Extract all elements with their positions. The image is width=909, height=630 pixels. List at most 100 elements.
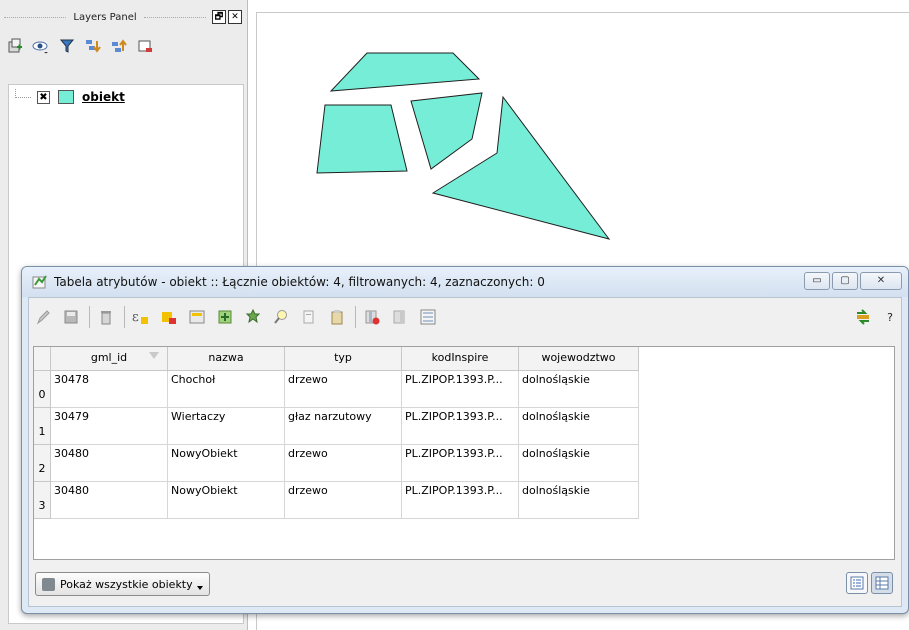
- grid-body: 0 30478 Chochoł drzewo PL.ZIPOP.1393.P..…: [34, 371, 894, 519]
- attribute-table-titlebar[interactable]: Tabela atrybutów - obiekt :: Łącznie obi…: [22, 267, 908, 297]
- column-header-typ[interactable]: typ: [285, 347, 402, 371]
- column-header-wojewodztwo[interactable]: wojewodztwo: [519, 347, 639, 371]
- table-view-button[interactable]: [871, 572, 893, 594]
- table-cell[interactable]: PL.ZIPOP.1393.P...: [402, 482, 519, 519]
- field-calculator-icon[interactable]: [418, 307, 438, 327]
- close-window-button[interactable]: ✕: [860, 272, 902, 290]
- column-header-label: nazwa: [208, 351, 244, 364]
- maximize-button[interactable]: ▢: [832, 272, 858, 290]
- table-cell[interactable]: drzewo: [285, 371, 402, 408]
- table-cell[interactable]: NowyObiekt: [168, 445, 285, 482]
- collapse-all-icon[interactable]: [110, 38, 127, 55]
- show-all-features-label: Pokaż wszystkie obiekty: [60, 577, 193, 591]
- table-cell[interactable]: dolnośląskie: [519, 482, 639, 519]
- layers-panel-title: Layers Panel: [73, 11, 137, 23]
- attribute-table-window: Tabela atrybutów - obiekt :: Łącznie obi…: [21, 266, 909, 614]
- zoom-to-selected-icon[interactable]: [271, 307, 291, 327]
- table-cell[interactable]: Wiertaczy: [168, 408, 285, 445]
- table-cell[interactable]: 30479: [51, 408, 168, 445]
- pan-to-selected-icon[interactable]: [243, 307, 263, 327]
- show-all-features-button[interactable]: Pokaż wszystkie obiekty: [35, 572, 210, 596]
- qgis-window: Layers Panel 🗗 ✕ ✖ obiekt Tabela atrybut…: [0, 0, 909, 630]
- column-header-nazwa[interactable]: nazwa: [168, 347, 285, 371]
- title-grip-right: [143, 16, 206, 18]
- column-header-label: typ: [334, 351, 352, 364]
- delete-icon[interactable]: [96, 307, 116, 327]
- layer-name[interactable]: obiekt: [82, 90, 125, 104]
- attribute-table-body: ε ? gml_id nazwa typ kodInspire wojewodz…: [28, 297, 902, 607]
- paste-icon[interactable]: [327, 307, 347, 327]
- table-cell[interactable]: 30480: [51, 445, 168, 482]
- row-header[interactable]: 3: [34, 482, 51, 519]
- form-view-button[interactable]: [846, 572, 868, 594]
- remove-layer-icon[interactable]: [136, 38, 153, 55]
- attribute-table-icon: [32, 275, 47, 289]
- toolbar-separator: [89, 306, 90, 328]
- table-cell[interactable]: dolnośląskie: [519, 371, 639, 408]
- save-icon[interactable]: [61, 307, 81, 327]
- expand-all-icon[interactable]: [84, 38, 101, 55]
- table-cell[interactable]: 30480: [51, 482, 168, 519]
- dock-icon[interactable]: [853, 307, 873, 327]
- table-cell[interactable]: drzewo: [285, 482, 402, 519]
- form-view-icon: [850, 576, 864, 590]
- svg-text:ε: ε: [132, 310, 139, 325]
- attribute-table-footer: Pokaż wszystkie obiekty: [33, 568, 897, 602]
- table-cell[interactable]: PL.ZIPOP.1393.P...: [402, 445, 519, 482]
- layers-panel-titlebar[interactable]: Layers Panel 🗗 ✕: [0, 6, 248, 28]
- grid-corner[interactable]: [34, 347, 51, 370]
- attribute-table-title: Tabela atrybutów - obiekt :: Łącznie obi…: [54, 275, 545, 289]
- table-view-icon: [875, 576, 889, 590]
- table-cell[interactable]: PL.ZIPOP.1393.P...: [402, 408, 519, 445]
- filter-icon[interactable]: [58, 38, 75, 55]
- table-cell[interactable]: Chochoł: [168, 371, 285, 408]
- table-cell[interactable]: PL.ZIPOP.1393.P...: [402, 371, 519, 408]
- float-panel-button[interactable]: 🗗: [212, 10, 226, 24]
- table-row[interactable]: 2 30480 NowyObiekt drzewo PL.ZIPOP.1393.…: [34, 445, 894, 482]
- layer-symbol-swatch[interactable]: [58, 90, 74, 104]
- move-selection-top-icon[interactable]: [187, 307, 207, 327]
- polygon-feature[interactable]: [410, 92, 483, 170]
- table-cell[interactable]: głaz narzutowy: [285, 408, 402, 445]
- eye-icon[interactable]: [32, 38, 49, 55]
- table-row[interactable]: 0 30478 Chochoł drzewo PL.ZIPOP.1393.P..…: [34, 371, 894, 408]
- table-cell[interactable]: dolnośląskie: [519, 408, 639, 445]
- column-header-gml-id[interactable]: gml_id: [51, 347, 168, 371]
- row-header[interactable]: 1: [34, 408, 51, 445]
- attribute-table-toolbar: ε ?: [33, 302, 897, 332]
- row-header[interactable]: 2: [34, 445, 51, 482]
- table-cell[interactable]: drzewo: [285, 445, 402, 482]
- table-row[interactable]: 1 30479 Wiertaczy głaz narzutowy PL.ZIPO…: [34, 408, 894, 445]
- column-header-label: gml_id: [90, 351, 128, 364]
- row-header[interactable]: 0: [34, 371, 51, 408]
- table-cell[interactable]: dolnośląskie: [519, 445, 639, 482]
- column-header-kodinspire[interactable]: kodInspire: [402, 347, 519, 371]
- layers-toolbar: [6, 34, 153, 58]
- polygon-feature[interactable]: [316, 104, 408, 174]
- polygon-feature[interactable]: [329, 52, 481, 92]
- filter-mode-icon: [42, 577, 55, 591]
- table-cell[interactable]: NowyObiekt: [168, 482, 285, 519]
- title-grip-left: [4, 16, 67, 18]
- minimize-button[interactable]: ▭: [804, 272, 830, 290]
- table-row[interactable]: 3 30480 NowyObiekt drzewo PL.ZIPOP.1393.…: [34, 482, 894, 519]
- table-cell[interactable]: 30478: [51, 371, 168, 408]
- help-button[interactable]: ?: [887, 311, 893, 324]
- close-panel-button[interactable]: ✕: [228, 10, 242, 24]
- invert-selection-icon[interactable]: [215, 307, 235, 327]
- toolbar-separator: [124, 306, 125, 328]
- attribute-grid: gml_id nazwa typ kodInspire wojewodztwo …: [33, 346, 895, 560]
- layer-tree-item[interactable]: ✖ obiekt: [9, 88, 125, 106]
- delete-column-icon[interactable]: [362, 307, 382, 327]
- toolbar-separator: [355, 306, 356, 328]
- layer-visibility-checkbox[interactable]: ✖: [37, 90, 50, 104]
- chevron-down-icon: [196, 586, 203, 590]
- deselect-icon[interactable]: [159, 307, 179, 327]
- expression-select-icon[interactable]: ε: [131, 307, 151, 327]
- column-header-label: wojewodztwo: [541, 351, 616, 364]
- copy-icon[interactable]: [299, 307, 319, 327]
- new-column-icon[interactable]: [390, 307, 410, 327]
- add-group-icon[interactable]: [6, 38, 23, 55]
- grid-header: gml_id nazwa typ kodInspire wojewodztwo: [34, 347, 639, 371]
- edit-pencil-icon[interactable]: [33, 307, 53, 327]
